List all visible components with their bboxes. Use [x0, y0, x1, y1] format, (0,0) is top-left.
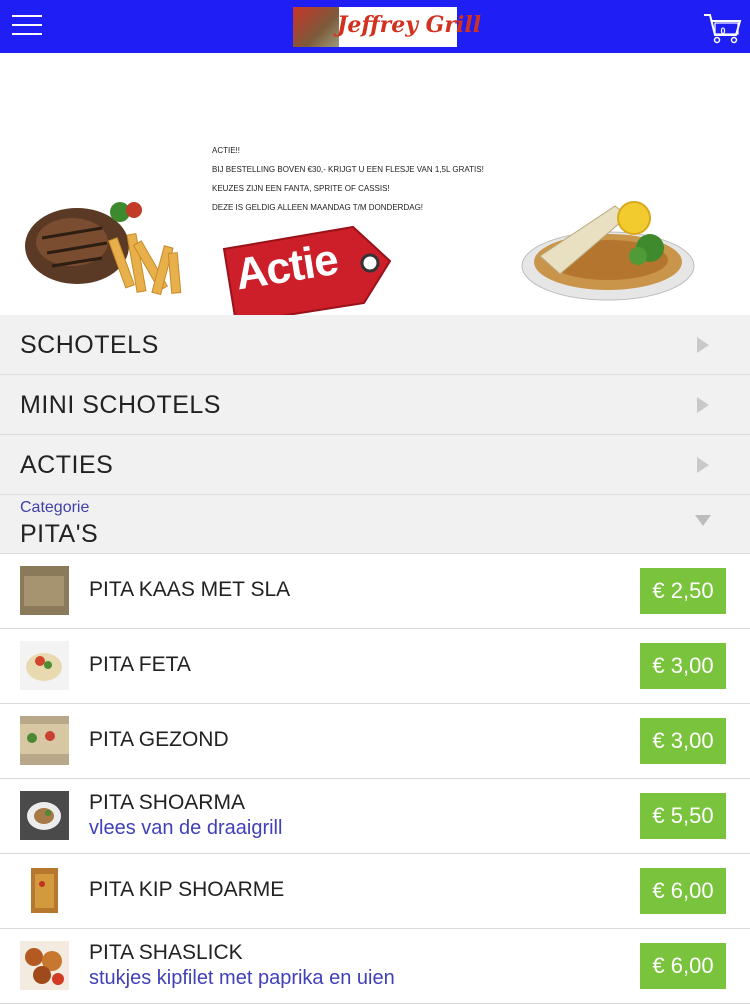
chevron-down-icon — [695, 515, 711, 526]
item-name: PITA SHOARMA — [89, 791, 245, 814]
item-thumbnail — [20, 941, 69, 990]
logo-image — [293, 7, 339, 47]
item-thumbnail — [20, 716, 69, 765]
category-label: ACTIES — [20, 451, 114, 479]
promo-line: DEZE IS GELDIG ALLEEN MAANDAG T/M DONDER… — [212, 203, 424, 212]
category-schotels[interactable]: SCHOTELS — [0, 315, 750, 375]
add-to-cart-price-button[interactable]: € 6,00 — [640, 868, 726, 914]
logo-text: Jeffrey Grill — [337, 12, 482, 38]
cart-count: 0 — [720, 26, 726, 36]
menu-item[interactable]: PITA GEZOND € 3,00 — [0, 704, 750, 779]
chevron-right-icon — [697, 457, 709, 473]
cart-icon[interactable]: 0 — [703, 10, 743, 45]
item-thumbnail — [20, 866, 69, 915]
menu-item[interactable]: PITA KIP SHOARME € 6,00 — [0, 854, 750, 929]
item-name: PITA KIP SHOARME — [89, 878, 285, 901]
chevron-right-icon — [697, 397, 709, 413]
top-bar: Jeffrey Grill 0 — [0, 0, 750, 53]
menu-item[interactable]: PITA FETA € 3,00 — [0, 629, 750, 704]
item-description: stukjes kipfilet met paprika en uien — [89, 967, 395, 989]
menu-icon[interactable] — [12, 13, 42, 38]
category-label: PITA'S — [20, 520, 99, 548]
category-mini-schotels[interactable]: MINI SCHOTELS — [0, 375, 750, 435]
item-name: PITA GEZOND — [89, 728, 229, 751]
item-name: PITA KAAS MET SLA — [89, 578, 291, 601]
category-label: MINI SCHOTELS — [20, 391, 221, 419]
add-to-cart-price-button[interactable]: € 2,50 — [640, 568, 726, 614]
chevron-right-icon — [697, 337, 709, 353]
category-caption: Categorie — [20, 499, 90, 516]
steak-image — [25, 202, 182, 296]
menu-item[interactable]: PITA KAAS MET SLA € 2,50 — [0, 554, 750, 629]
category-acties[interactable]: ACTIES — [0, 435, 750, 495]
logo[interactable]: Jeffrey Grill — [293, 7, 482, 47]
item-thumbnail — [20, 791, 69, 840]
pita-plate-image — [521, 201, 695, 301]
item-thumbnail — [20, 566, 69, 615]
promo-line: KEUZES ZIJN EEN FANTA, SPRITE OF CASSIS! — [212, 184, 390, 193]
promo-line: BIJ BESTELLING BOVEN €30,- KRIJGT U EEN … — [212, 165, 484, 174]
promo-line: ACTIE!! — [212, 146, 241, 155]
add-to-cart-price-button[interactable]: € 3,00 — [640, 718, 726, 764]
promo-banner: ACTIE!! BIJ BESTELLING BOVEN €30,- KRIJG… — [0, 53, 750, 325]
item-thumbnail — [20, 641, 69, 690]
item-description: vlees van de draaigrill — [89, 817, 283, 839]
menu-item[interactable]: PITA SHOARMA vlees van de draaigrill € 5… — [0, 779, 750, 854]
add-to-cart-price-button[interactable]: € 6,00 — [640, 943, 726, 989]
category-label: SCHOTELS — [20, 331, 159, 359]
item-name: PITA FETA — [89, 653, 191, 676]
category-pitas[interactable]: Categorie PITA'S — [0, 495, 750, 554]
item-name: PITA SHASLICK — [89, 941, 243, 964]
promo-text: ACTIE!! BIJ BESTELLING BOVEN €30,- KRIJG… — [212, 141, 512, 217]
add-to-cart-price-button[interactable]: € 3,00 — [640, 643, 726, 689]
add-to-cart-price-button[interactable]: € 5,50 — [640, 793, 726, 839]
menu-item[interactable]: PITA SHASLICK stukjes kipfilet met papri… — [0, 929, 750, 1004]
